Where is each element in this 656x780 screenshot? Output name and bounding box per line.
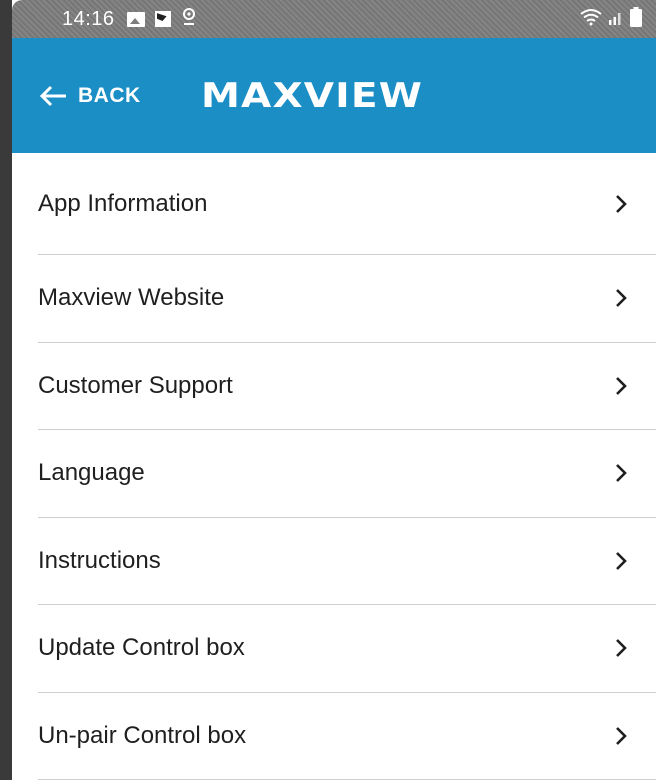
photo-icon [154, 11, 171, 27]
menu-item-label: Un-pair Control box [38, 721, 247, 749]
menu-item-label: Language [38, 459, 145, 487]
menu-item-update-control-box[interactable]: Update Control box [38, 605, 656, 693]
menu-item-label: Maxview Website [38, 284, 225, 312]
status-time: 14:16 [62, 7, 115, 30]
chevron-right-icon [614, 375, 628, 397]
app-screen: 14:16 BACK MAXVIEW App Information Maxvi… [12, 0, 656, 780]
battery-icon [630, 6, 642, 32]
location-icon [181, 7, 197, 32]
menu-item-language[interactable]: Language [38, 430, 656, 518]
chevron-right-icon [614, 725, 628, 747]
chevron-right-icon [614, 287, 628, 309]
menu-item-unpair-control-box[interactable]: Un-pair Control box [38, 693, 656, 780]
menu-item-label: Instructions [38, 546, 161, 574]
status-icons-right [580, 6, 642, 32]
phone-frame: 14:16 BACK MAXVIEW App Information Maxvi… [0, 0, 656, 780]
chevron-right-icon [614, 193, 628, 215]
image-icon [126, 11, 145, 27]
status-bar: 14:16 [12, 0, 656, 38]
menu-item-instructions[interactable]: Instructions [38, 518, 656, 605]
status-icons-left [126, 7, 197, 32]
chevron-right-icon [614, 637, 628, 659]
settings-menu: App Information Maxview Website Customer… [12, 153, 656, 780]
app-header: BACK MAXVIEW [12, 38, 656, 153]
maxview-logo: MAXVIEW [200, 75, 423, 116]
back-button[interactable]: BACK [38, 84, 141, 108]
chevron-right-icon [614, 550, 628, 572]
menu-item-customer-support[interactable]: Customer Support [38, 343, 656, 430]
menu-item-label: Customer Support [38, 371, 233, 399]
menu-item-label: App Information [38, 189, 208, 217]
wifi-icon [580, 8, 602, 31]
back-label: BACK [78, 83, 141, 107]
signal-icon [608, 9, 624, 30]
device-bezel [0, 0, 12, 780]
back-arrow-icon [38, 84, 68, 108]
chevron-right-icon [614, 462, 628, 484]
menu-item-maxview-website[interactable]: Maxview Website [38, 255, 656, 343]
menu-item-label: Update Control box [38, 634, 245, 662]
menu-item-app-information[interactable]: App Information [38, 153, 656, 255]
